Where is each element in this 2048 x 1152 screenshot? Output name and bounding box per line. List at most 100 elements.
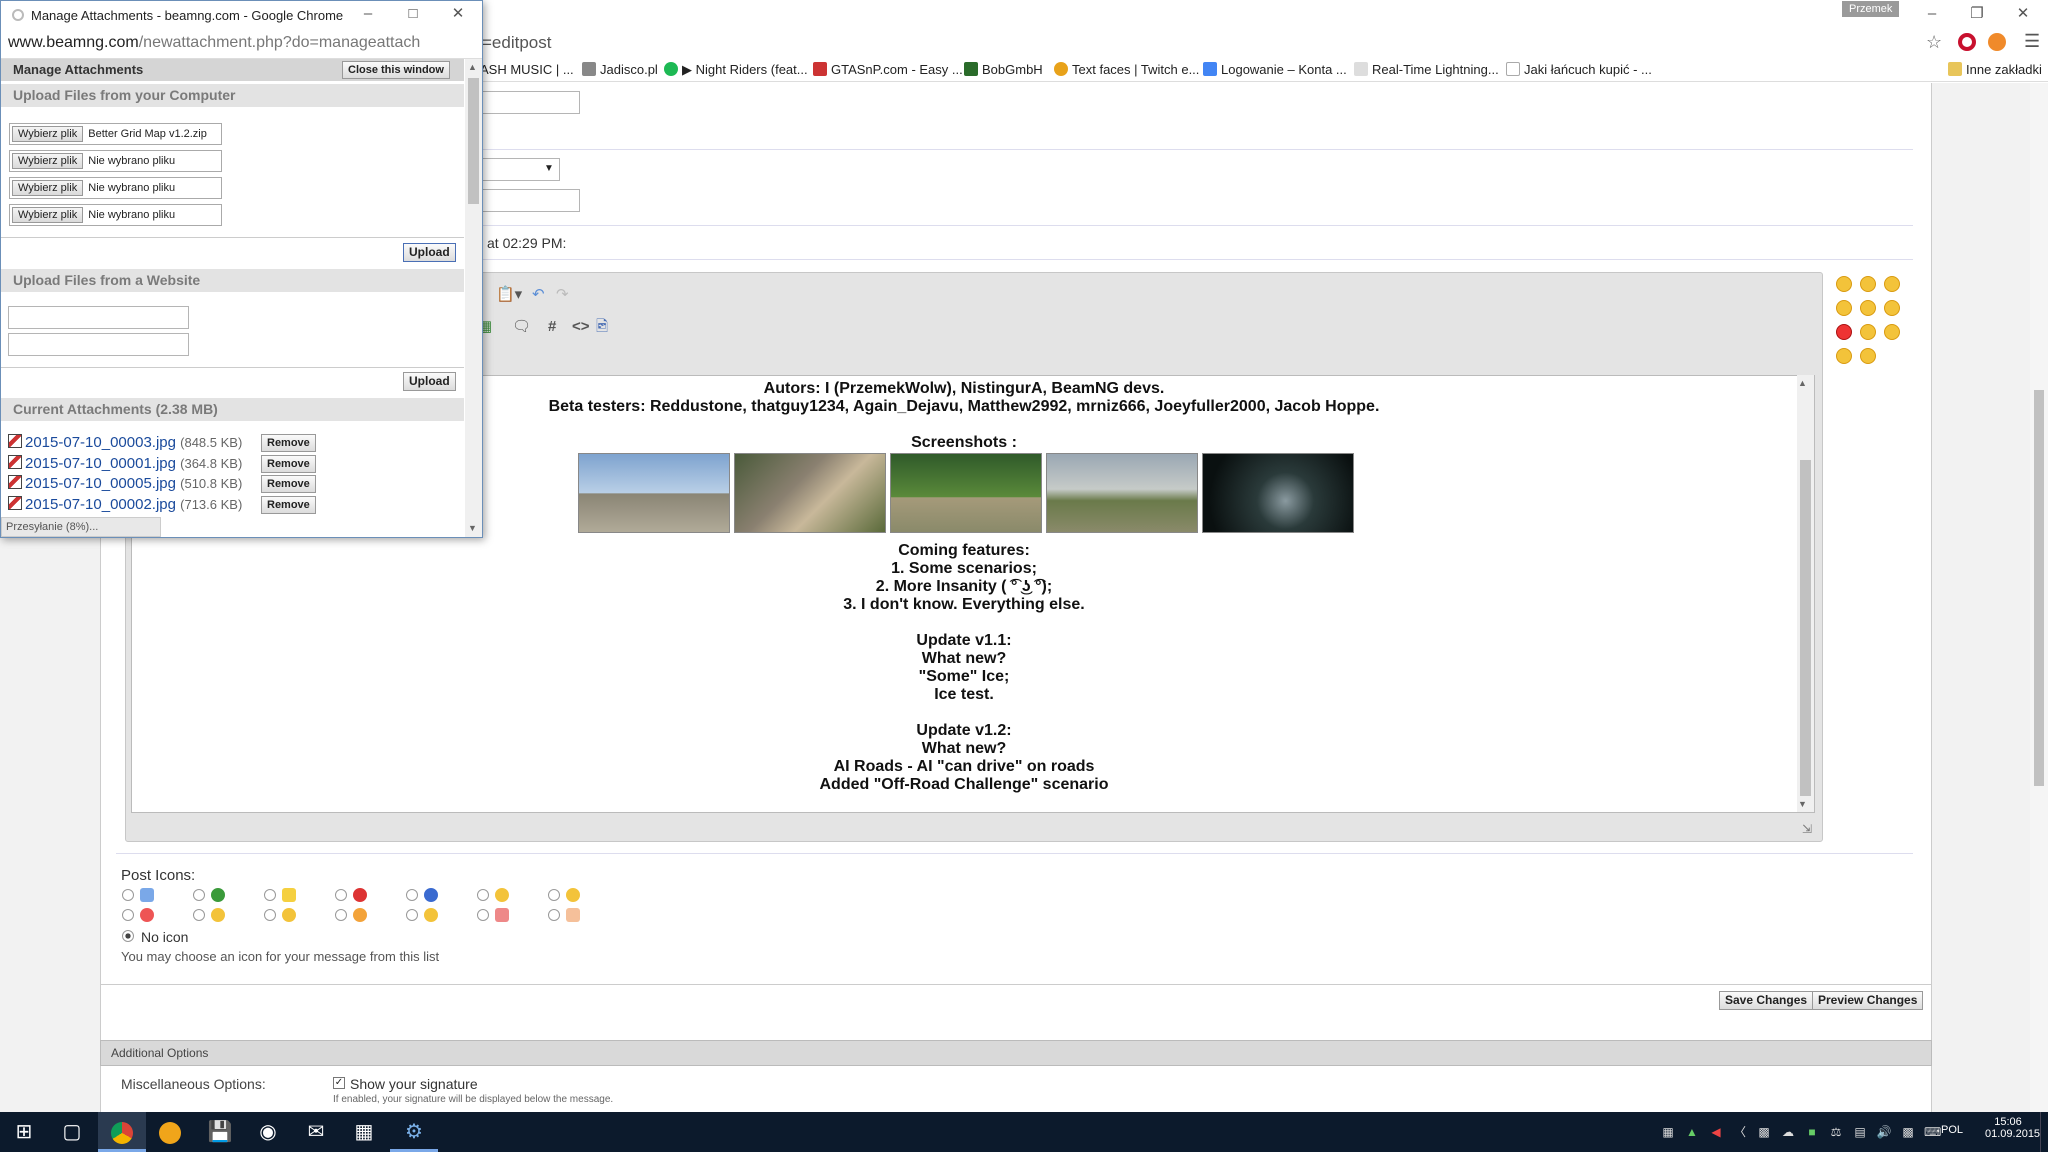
bookmark-item[interactable]: Logowanie – Konta ...	[1203, 60, 1347, 80]
post-icon-radio[interactable]	[335, 889, 347, 901]
post-icon-radio[interactable]	[264, 889, 276, 901]
mad-icon[interactable]	[1836, 324, 1852, 340]
frown-icon[interactable]	[1860, 324, 1876, 340]
steam-icon[interactable]: ⚙	[390, 1112, 438, 1152]
onedrive-icon[interactable]: ☁	[1780, 1124, 1796, 1140]
bookmark-item[interactable]: ASH MUSIC | ...	[480, 60, 574, 80]
upload-button[interactable]: Upload	[403, 243, 456, 262]
post-icon-radio[interactable]	[548, 909, 560, 921]
chrome-icon[interactable]	[98, 1112, 146, 1152]
show-desktop[interactable]	[2040, 1112, 2048, 1152]
file-picker[interactable]: Wybierz plik Better Grid Map v1.2.zip	[9, 123, 222, 145]
screenshot-thumbnail[interactable]	[734, 453, 886, 533]
opera-icon[interactable]	[1958, 33, 1976, 51]
scroll-up-icon[interactable]: ▲	[468, 62, 477, 72]
rolleyes-icon[interactable]	[1884, 300, 1900, 316]
paste-icon[interactable]: 📋▾	[496, 284, 522, 306]
image-icon[interactable]: 🖻	[596, 316, 608, 338]
attachment-item[interactable]: 2015-07-10_00002.jpg (713.6 KB)	[8, 496, 242, 514]
bookmark-item[interactable]: GTASnP.com - Easy ...	[813, 60, 963, 80]
post-icon-radio[interactable]	[193, 889, 205, 901]
form-input[interactable]	[472, 189, 580, 212]
bookmark-item[interactable]: ▶ Night Riders (feat...	[664, 60, 808, 80]
file-picker[interactable]: Wybierz plik Nie wybrano pliku	[9, 177, 222, 199]
maximize-icon[interactable]: □	[398, 4, 428, 24]
bookmark-item[interactable]: Jaki łańcuch kupić - ...	[1506, 60, 1652, 80]
profile-badge[interactable]: Przemek	[1842, 1, 1900, 17]
tray-icon[interactable]: ▩	[1756, 1124, 1772, 1140]
remove-button[interactable]: Remove	[261, 496, 316, 514]
smile-icon[interactable]	[1836, 276, 1852, 292]
language-indicator[interactable]: POL	[1941, 1124, 1963, 1136]
no-icon-radio[interactable]	[122, 930, 134, 942]
tongue-icon[interactable]	[1836, 300, 1852, 316]
wink-icon[interactable]	[1884, 324, 1900, 340]
attachment-item[interactable]: 2015-07-10_00005.jpg (510.8 KB)	[8, 475, 242, 493]
url-input[interactable]	[8, 306, 189, 329]
tray-icon[interactable]: ▦	[1660, 1124, 1676, 1140]
post-icon-radio[interactable]	[335, 909, 347, 921]
tray-icon[interactable]: 〈	[1732, 1124, 1748, 1140]
post-icon-radio[interactable]	[406, 889, 418, 901]
popup-scroll-thumb[interactable]	[468, 78, 479, 204]
file-picker[interactable]: Wybierz plik Nie wybrano pliku	[9, 150, 222, 172]
upload-button[interactable]: Upload	[403, 372, 456, 391]
screenshot-thumbnail[interactable]	[1046, 453, 1198, 533]
screenshot-thumbnail[interactable]	[578, 453, 730, 533]
file-picker[interactable]: Wybierz plik Nie wybrano pliku	[9, 204, 222, 226]
minimize-icon[interactable]: –	[353, 4, 383, 24]
menu-icon[interactable]: ☰	[2024, 31, 2040, 52]
hash-icon[interactable]: #	[548, 316, 556, 338]
scroll-up-icon[interactable]: ▲	[1798, 378, 1807, 388]
quote-icon[interactable]: 🗨	[512, 316, 531, 338]
scroll-down-icon[interactable]: ▼	[468, 523, 477, 533]
confused-icon[interactable]	[1860, 276, 1876, 292]
save-changes-button[interactable]: Save Changes	[1719, 991, 1814, 1010]
screenshot-thumbnail[interactable]	[1202, 453, 1354, 533]
star-icon[interactable]: ☆	[1926, 32, 1942, 53]
tray-icon[interactable]: ◀	[1708, 1124, 1724, 1140]
store-icon[interactable]: ▦	[340, 1112, 388, 1152]
attachment-item[interactable]: 2015-07-10_00003.jpg (848.5 KB)	[8, 434, 242, 452]
editor-scroll-thumb[interactable]	[1800, 460, 1811, 796]
minimize-icon[interactable]: –	[1917, 4, 1947, 24]
attachment-item[interactable]: 2015-07-10_00001.jpg (364.8 KB)	[8, 455, 242, 473]
tray-icon[interactable]: ▲	[1684, 1124, 1700, 1140]
url-input[interactable]	[8, 333, 189, 356]
tray-icon[interactable]: ⚖	[1828, 1124, 1844, 1140]
form-input[interactable]	[472, 91, 580, 114]
save-app-icon[interactable]: 💾	[196, 1112, 244, 1152]
close-icon[interactable]: ✕	[2008, 4, 2038, 24]
signature-checkbox[interactable]: ✓	[333, 1077, 345, 1089]
windows-start-icon[interactable]: ⊞	[0, 1112, 48, 1152]
scroll-down-icon[interactable]: ▼	[1798, 799, 1807, 809]
screenshot-thumbnail[interactable]	[890, 453, 1042, 533]
grin-icon[interactable]	[1884, 276, 1900, 292]
cool-icon[interactable]	[1836, 348, 1852, 364]
preview-changes-button[interactable]: Preview Changes	[1812, 991, 1924, 1010]
network-icon[interactable]: ▤	[1852, 1124, 1868, 1140]
address-text[interactable]: =editpost	[482, 32, 551, 54]
volume-icon[interactable]: 🔊	[1876, 1124, 1892, 1140]
bookmark-item[interactable]: Text faces | Twitch e...	[1054, 60, 1199, 80]
keyboard-icon[interactable]: ⌨	[1924, 1124, 1941, 1140]
nvidia-icon[interactable]: ■	[1804, 1124, 1820, 1140]
post-icon-radio[interactable]	[548, 889, 560, 901]
post-icon-radio[interactable]	[477, 889, 489, 901]
page-scroll-thumb[interactable]	[2034, 390, 2044, 786]
popup-url[interactable]: www.beamng.com/newattachment.php?do=mana…	[8, 34, 420, 52]
notifications-icon[interactable]: ▩	[1900, 1124, 1916, 1140]
close-window-button[interactable]: Close this window	[342, 61, 450, 79]
coin-app-icon[interactable]	[146, 1112, 194, 1152]
extension-icon[interactable]	[1988, 33, 2006, 51]
post-icon-radio[interactable]	[122, 909, 134, 921]
post-icon-radio[interactable]	[477, 909, 489, 921]
post-icon-radio[interactable]	[264, 909, 276, 921]
remove-button[interactable]: Remove	[261, 475, 316, 493]
undo-icon[interactable]: ↶	[532, 284, 545, 306]
other-bookmarks[interactable]: Inne zakładki	[1948, 60, 2042, 80]
bookmark-item[interactable]: Jadisco.pl	[582, 60, 658, 80]
post-icon-radio[interactable]	[406, 909, 418, 921]
mail-icon[interactable]: ✉	[292, 1112, 340, 1152]
close-icon[interactable]: ✕	[443, 4, 473, 24]
